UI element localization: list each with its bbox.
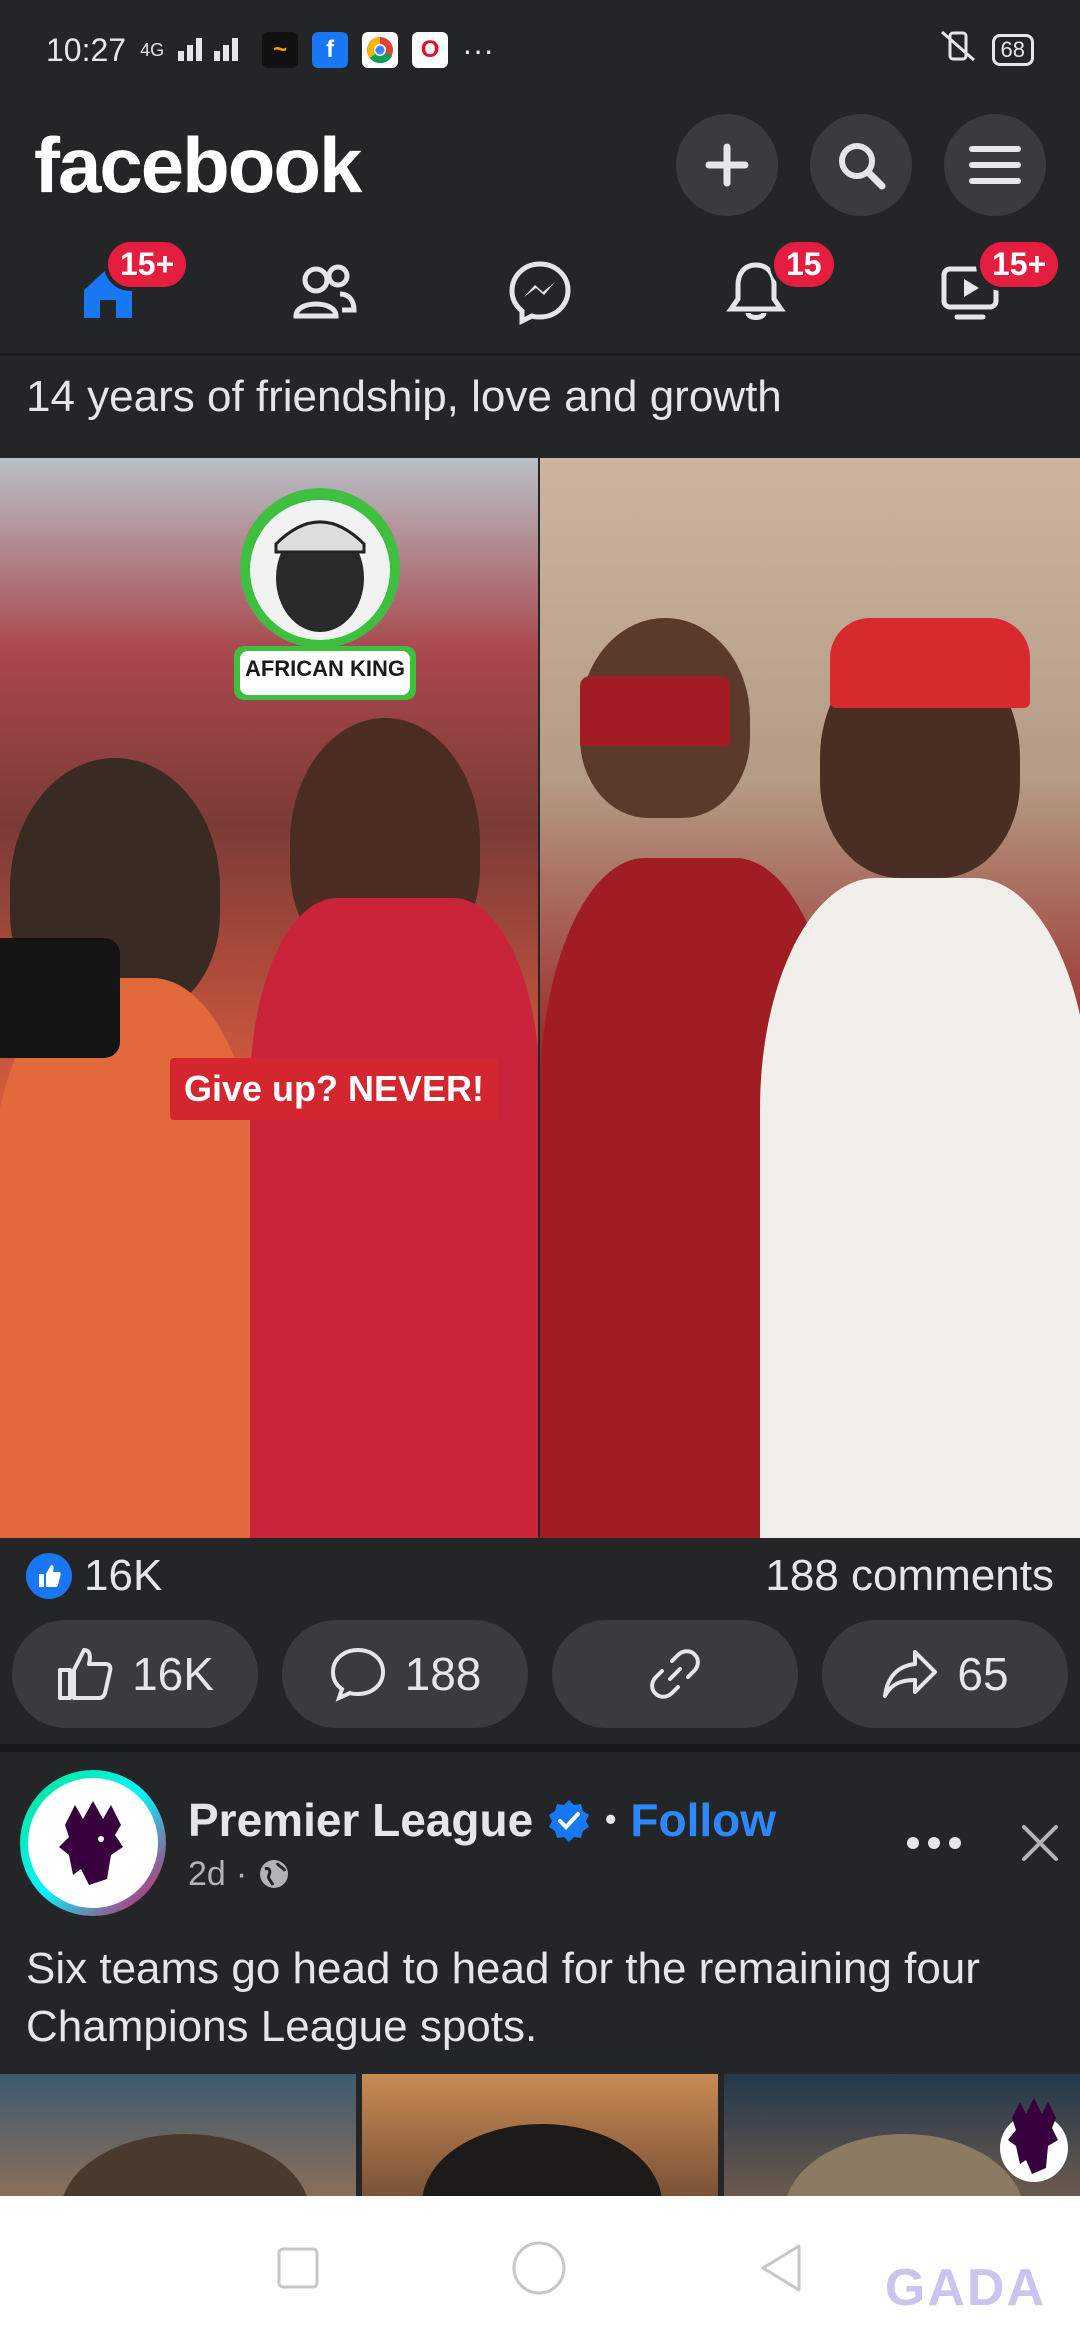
header-actions	[676, 114, 1046, 216]
tab-notifications[interactable]: 15	[648, 230, 864, 353]
close-icon[interactable]	[1020, 1823, 1060, 1863]
share-icon	[883, 1650, 938, 1698]
post-header: Premier League • Follow 2d ·	[20, 1770, 1060, 1916]
watermark: GADA	[884, 2259, 1046, 2317]
search-button[interactable]	[810, 114, 912, 216]
comment-button[interactable]: 188	[282, 1620, 528, 1728]
system-nav-bar: GADA	[0, 2196, 1080, 2340]
like-reaction-icon	[26, 1553, 72, 1599]
verified-badge-icon	[549, 1799, 590, 1842]
share-count: 65	[957, 1648, 1009, 1700]
post-divider	[0, 1744, 1080, 1752]
hamburger-icon	[969, 146, 1021, 184]
avatar-inner	[28, 1778, 158, 1908]
create-button[interactable]	[676, 114, 778, 216]
recents-icon[interactable]	[275, 2245, 321, 2291]
search-icon	[839, 143, 886, 190]
avatar[interactable]	[20, 1770, 166, 1916]
share-button[interactable]: 65	[822, 1620, 1068, 1728]
messenger-icon	[509, 260, 571, 325]
facebook-app-icon: f	[312, 32, 349, 68]
post-caption: 14 years of friendship, love and growth	[26, 372, 782, 421]
logo-text: AFRICAN KING	[244, 656, 406, 681]
thumbs-up-icon	[58, 1648, 113, 1700]
app-header: facebook	[0, 100, 1080, 230]
plus-icon	[705, 143, 749, 187]
red-cap	[580, 676, 730, 746]
status-bar: 10:27 4G ~ f O ··· 68	[0, 0, 1080, 100]
tab-video[interactable]: 15+	[864, 230, 1080, 353]
post-time-row: 2d ·	[188, 1855, 776, 1894]
post-media-strip[interactable]	[0, 2074, 1080, 2196]
tab-bar: 15+ 15 15+	[0, 230, 1080, 356]
comment-count: 188	[404, 1648, 482, 1700]
tab-friends[interactable]	[216, 230, 432, 353]
friends-icon	[293, 264, 357, 318]
link-icon	[650, 1649, 700, 1699]
home-circle-icon[interactable]	[511, 2240, 567, 2296]
status-time: 10:27	[46, 31, 127, 68]
more-options-icon[interactable]	[906, 1836, 962, 1850]
author-name[interactable]: Premier League	[188, 1793, 533, 1847]
author-row: Premier League • Follow	[188, 1793, 776, 1847]
person-silhouette	[760, 878, 1080, 1538]
media-thumb[interactable]	[362, 2074, 718, 2196]
home-badge: 15+	[104, 238, 191, 291]
reactions-summary[interactable]: 16K 188 comments	[0, 1540, 1080, 1612]
network-label: 4G	[140, 39, 165, 60]
post-meta: Premier League • Follow 2d ·	[188, 1793, 776, 1894]
back-triangle-icon[interactable]	[757, 2242, 805, 2294]
overlay-text: Give up? NEVER!	[170, 1058, 499, 1120]
audiomack-icon: ~	[262, 32, 299, 68]
media-left-photo: AFRICAN KING Give up? NEVER!	[0, 458, 538, 1538]
red-cap	[830, 618, 1030, 708]
player-hair	[784, 2134, 1024, 2196]
post-media[interactable]: AFRICAN KING Give up? NEVER!	[0, 458, 1080, 1538]
globe-icon	[260, 1860, 289, 1888]
post-time: 2d	[188, 1854, 226, 1893]
more-status-icon: ···	[462, 31, 495, 68]
player-hair	[60, 2134, 310, 2196]
lion-logo-icon	[59, 1801, 123, 1885]
person-silhouette	[250, 898, 538, 1538]
status-right: 68	[938, 28, 1034, 72]
follow-button[interactable]: Follow	[630, 1793, 776, 1847]
media-thumb[interactable]	[0, 2074, 356, 2196]
copy-link-button[interactable]	[552, 1620, 798, 1728]
media-thumb[interactable]	[724, 2074, 1080, 2196]
signal-icon	[178, 31, 248, 69]
comment-icon	[330, 1647, 385, 1702]
status-left: 10:27 4G ~ f O ···	[46, 31, 494, 69]
likes-count: 16K	[84, 1551, 163, 1600]
post-tools	[906, 1823, 1060, 1863]
like-count: 16K	[132, 1648, 214, 1700]
post-actions: 16K 188 65	[12, 1620, 1068, 1728]
comments-count[interactable]: 188 comments	[765, 1551, 1054, 1601]
dot-separator: ·	[235, 1854, 248, 1893]
premier-league-logo-icon	[1000, 2098, 1068, 2182]
screen: 10:27 4G ~ f O ··· 68 facebook 15+ 15 15…	[0, 0, 1080, 2340]
video-badge: 15+	[976, 238, 1063, 291]
notifications-badge: 15	[770, 238, 838, 291]
vibrate-off-icon	[938, 28, 978, 72]
player-hair	[422, 2124, 662, 2196]
follow-separator: •	[605, 1801, 617, 1837]
chrome-icon	[362, 32, 399, 68]
tab-home[interactable]: 15+	[0, 230, 216, 353]
like-button[interactable]: 16K	[12, 1620, 258, 1728]
camera-shape	[0, 938, 120, 1058]
facebook-logo[interactable]: facebook	[34, 120, 362, 211]
post-text: Six teams go head to head for the remain…	[26, 1944, 980, 2051]
media-right-photo	[540, 458, 1080, 1538]
tab-messenger[interactable]	[432, 230, 648, 353]
opera-icon: O	[412, 32, 449, 68]
battery-indicator: 68	[991, 34, 1034, 66]
menu-button[interactable]	[944, 114, 1046, 216]
